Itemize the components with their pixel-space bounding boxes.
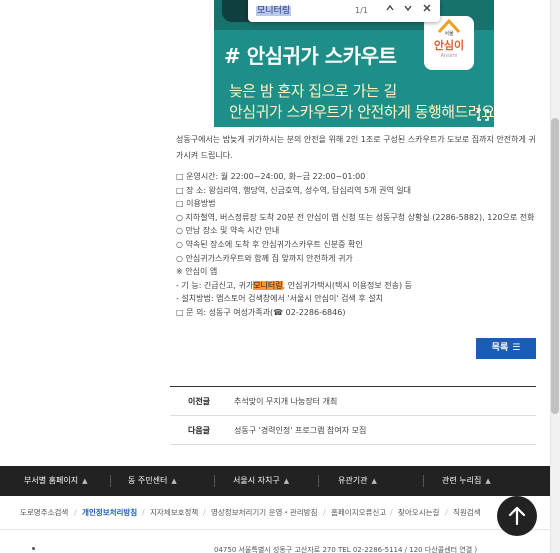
- prev-post-label: 이전글: [187, 397, 211, 406]
- logo-small-text: 서울: [444, 31, 454, 37]
- find-match-count: 1/1: [355, 6, 368, 15]
- caret-up-icon: ▲: [171, 477, 177, 485]
- info-line: □ 문 의: 성동구 여성가족과(☎ 02-2286-6846): [176, 307, 346, 317]
- footer-policy-links: 도로명주소검색 / 개인정보처리방침 / 지자체보호정책 / 영상정보처리기기 …: [0, 496, 550, 530]
- find-close-button[interactable]: [419, 3, 435, 19]
- chevron-up-icon: [386, 4, 394, 11]
- footer-nav-related-org[interactable]: 유관기관 ▲: [338, 466, 377, 496]
- footer-link-privacy[interactable]: 개인정보처리방침: [82, 496, 137, 530]
- next-post-row[interactable]: 다음글 성동구 '경력인정' 프로그램 참여자 모집: [170, 416, 536, 445]
- footer-link-error-report[interactable]: 홈페이지오류신고: [331, 496, 386, 530]
- list-button-label: 목록: [491, 343, 509, 353]
- page-scrollbar[interactable]: [550, 0, 560, 553]
- footer-link-separator: /: [445, 508, 448, 517]
- prev-post-link[interactable]: 추석맞이 무지개 나눔장터 개최: [234, 387, 337, 416]
- find-next-button[interactable]: [400, 3, 416, 19]
- caret-up-icon: ▲: [485, 477, 491, 485]
- footer-divider: [110, 475, 111, 487]
- info-line: □ 이용방법: [176, 199, 216, 209]
- footer-bullet: [32, 547, 35, 550]
- footer-nav-dept[interactable]: 부서별 홈페이지 ▲: [24, 466, 87, 496]
- article-description: 성동구에서는 밤늦게 귀가하시는 분의 안전을 위해 2인 1조로 구성된 스카…: [176, 135, 536, 160]
- footer-nav-seoul-district[interactable]: 서울시 자치구 ▲: [233, 466, 289, 496]
- banner-line-2: 안심귀가 스카우트가 안전하게 동행해드려요: [229, 103, 494, 121]
- info-line: ○ 안심귀가스카우트와 함께 집 앞까지 안전하게 귀가: [176, 253, 353, 263]
- footer-link-separator: /: [142, 508, 145, 517]
- info-line: □ 운영시간: 월 22:00~24:00, 화~금 22:00~01:00: [176, 172, 366, 181]
- info-line: □ 장 소: 왕십리역, 행당역, 신금호역, 성수역, 답십리역 5개 권역 …: [176, 185, 411, 195]
- footer-divider: [214, 475, 215, 487]
- footer-link-separator: /: [74, 508, 77, 517]
- close-icon: [423, 4, 431, 12]
- footer-link-protection[interactable]: 지자체보호정책: [150, 496, 198, 530]
- footer-nav-label: 유관기관: [338, 476, 368, 485]
- find-bar: 모니터링 1/1: [248, 0, 440, 22]
- article-info: □ 운영시간: 월 22:00~24:00, 화~금 22:00~01:00 □…: [176, 170, 536, 320]
- info-line: ○ 만남 장소 및 약속 시간 안내: [176, 226, 280, 236]
- info-line: ○ 약속된 장소에 도착 후 안심귀가스카우트 신분증 확인: [176, 239, 363, 249]
- caret-up-icon: ▲: [371, 477, 377, 485]
- footer-link-address-search[interactable]: 도로명주소검색: [20, 496, 68, 530]
- info-line: ※ 안심이 앱: [176, 267, 218, 277]
- search-highlight: 모니터링: [253, 280, 283, 290]
- menu-icon: ☰: [512, 343, 521, 353]
- ansimi-logo: 서울 안심이 Ansimi: [424, 16, 474, 70]
- footer-link-staff-search[interactable]: 직원검색: [453, 496, 481, 530]
- arrow-up-icon: [508, 506, 526, 526]
- banner-line-1: 늦은 밤 혼자 집으로 가는 길: [229, 82, 397, 100]
- info-line: - 설치방법: 앱스토어 검색창에서 '서울시 안심이' 검색 후 설치: [176, 294, 383, 304]
- feature-line: - 기 능: 긴급신고, 귀가모니터링, 안심귀가택시(택시 이용정보 전송) …: [176, 279, 536, 293]
- prev-post-row[interactable]: 이전글 추석맞이 무지개 나눔장터 개최: [170, 387, 536, 416]
- footer-nav-label: 동 주민센터: [128, 476, 168, 485]
- footer-divider: [423, 475, 424, 487]
- footer-nav-label: 부서별 홈페이지: [24, 476, 79, 485]
- footer-link-separator: /: [323, 508, 326, 517]
- footer-link-directions[interactable]: 찾아오시는길: [398, 496, 439, 530]
- footer-link-separator: /: [390, 508, 393, 517]
- find-query: 모니터링: [256, 6, 292, 16]
- footer-nav-label: 관련 누리집: [442, 476, 482, 485]
- post-navigation: 이전글 추석맞이 무지개 나눔장터 개최 다음글 성동구 '경력인정' 프로그램…: [170, 386, 536, 445]
- logo-main-text: 안심이: [433, 39, 465, 52]
- find-input[interactable]: 모니터링: [256, 4, 366, 18]
- scrollbar-thumb[interactable]: [551, 118, 559, 414]
- list-button[interactable]: 목록 ☰: [476, 338, 536, 359]
- logo-sub-text: Ansimi: [440, 53, 458, 59]
- footer-nav-related-sites[interactable]: 관련 누리집 ▲: [442, 466, 491, 496]
- scroll-top-button[interactable]: [497, 496, 537, 536]
- next-post-link[interactable]: 성동구 '경력인정' 프로그램 참여자 모집: [234, 416, 366, 445]
- feature-line-prefix: - 기 능: 긴급신고, 귀가: [176, 280, 254, 290]
- footer-nav-label: 서울시 자치구: [233, 476, 280, 485]
- info-line: ○ 지하철역, 버스정류장 도착 20분 전 안심이 앱 신청 또는 성동구청 …: [176, 212, 535, 222]
- feature-line-suffix: , 안심귀가택시(택시 이용정보 전송) 등: [282, 280, 412, 290]
- next-post-label: 다음글: [187, 426, 211, 435]
- footer-site-nav: 부서별 홈페이지 ▲ 동 주민센터 ▲ 서울시 자치구 ▲ 유관기관 ▲ 관련 누리집 ▲: [0, 466, 550, 496]
- expand-icon[interactable]: [476, 109, 490, 123]
- footer-link-cctv[interactable]: 영상정보처리기기 운영・관리방침: [211, 496, 317, 530]
- footer-link-separator: /: [203, 508, 206, 517]
- find-prev-button[interactable]: [382, 3, 398, 19]
- caret-up-icon: ▲: [82, 477, 88, 485]
- caret-up-icon: ▲: [283, 477, 290, 485]
- footer-nav-community[interactable]: 동 주민센터 ▲: [128, 466, 177, 496]
- chevron-down-icon: [404, 5, 412, 12]
- footer-address: 04750 서울특별시 성동구 고산자로 270 TEL 02-2286-511…: [214, 546, 478, 553]
- footer-divider: [318, 475, 319, 487]
- banner-title: # 안심귀가 스카우트: [224, 44, 397, 68]
